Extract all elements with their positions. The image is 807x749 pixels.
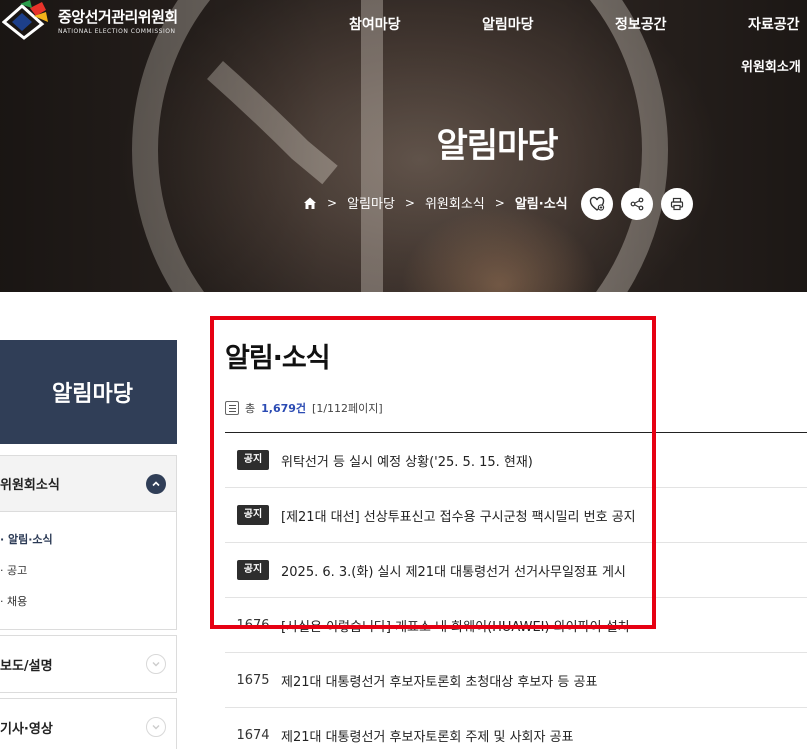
chevron-right-icon: > [327,195,338,210]
sidebar-group-press: 보도/설명 [0,635,177,693]
share-button[interactable] [621,188,653,220]
share-icon [630,197,644,211]
sidebar-group-header[interactable]: 기사·영상 [0,699,176,749]
print-button[interactable] [661,188,693,220]
chevron-right-icon: > [404,195,415,210]
favorite-icon [589,196,605,211]
sidebar-group-header[interactable]: 보도/설명 [0,636,176,692]
print-icon [670,197,684,211]
row-number: 1674 [236,727,270,743]
home-icon[interactable] [303,196,317,210]
breadcrumb: > 알림마당 > 위원회소식 > 알림·소식 [303,193,568,212]
chevron-up-icon[interactable] [146,473,166,494]
table-row[interactable]: 1674 제21대 대통령선거 후보자토론회 주제 및 사회자 공표 [225,708,807,749]
sidebar-title: 알림마당 [0,340,177,444]
highlight-box [210,316,656,629]
sidebar-group-media: 기사·영상 [0,698,177,749]
sidebar-item-recruit[interactable]: · 채용 [0,586,176,617]
sidebar-submenu: · 알림·소식 · 공고 · 채용 [0,512,176,629]
gnb-item-data[interactable]: 자료공간 [748,14,800,34]
row-number: 1675 [236,672,270,688]
chevron-down-icon[interactable] [146,654,166,674]
global-nav: 참여마당 알림마당 정보공간 자료공간 [0,14,807,34]
favorite-button[interactable] [581,188,613,220]
gnb-item-notice[interactable]: 알림마당 [482,14,534,34]
sidebar-group-label: 위원회소식 [0,478,60,493]
gnb-item-info[interactable]: 정보공간 [615,14,667,34]
breadcrumb-item[interactable]: 위원회소식 [425,193,485,212]
sidebar-group-header[interactable]: 위원회소식 [0,456,176,512]
row-title[interactable]: 제21대 대통령선거 후보자토론회 초청대상 후보자 등 공표 [281,671,597,690]
gnb-item-participation[interactable]: 참여마당 [349,14,401,34]
sidebar-group-committee: 위원회소식 · 알림·소식 · 공고 · 채용 [0,455,177,630]
breadcrumb-item[interactable]: 알림마당 [347,193,395,212]
sidebar-group-label: 보도/설명 [0,658,53,674]
row-title[interactable]: 제21대 대통령선거 후보자토론회 주제 및 사회자 공표 [281,726,574,745]
breadcrumb-current: 알림·소식 [514,197,568,212]
gnb-item-about[interactable]: 위원회소개 [741,56,801,75]
hero-banner: 중앙선거관리위원회 NATIONAL ELECTION COMMISSION 참… [0,0,807,292]
chevron-right-icon: > [494,195,505,210]
sidebar-group-label: 기사·영상 [0,721,53,737]
sidebar-item-notice-news[interactable]: · 알림·소식 [0,524,176,555]
hero-title: 알림마당 [436,126,558,166]
sidebar-item-announcement[interactable]: · 공고 [0,555,176,586]
table-row[interactable]: 1675 제21대 대통령선거 후보자토론회 초청대상 후보자 등 공표 [225,653,807,708]
chevron-down-icon[interactable] [146,717,166,737]
